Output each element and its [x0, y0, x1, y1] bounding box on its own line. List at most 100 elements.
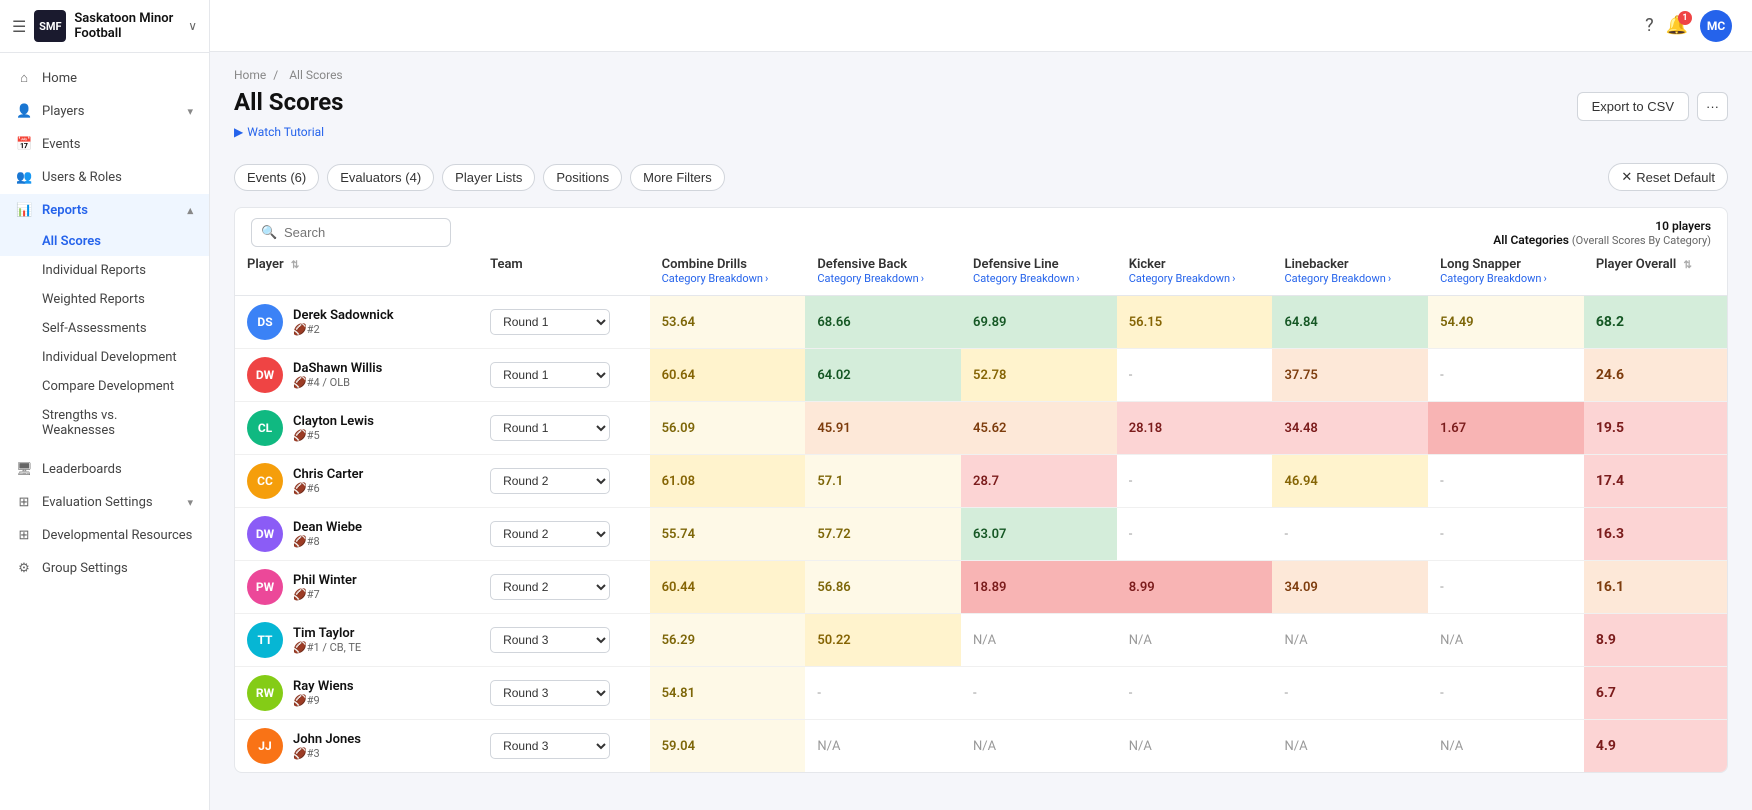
search-input[interactable]	[251, 218, 451, 247]
player-cell: PW Phil Winter 🏈#7	[235, 561, 478, 614]
score-cell: -	[1428, 508, 1584, 561]
player-avatar-initials: CL	[258, 421, 272, 435]
filter-more[interactable]: More Filters	[630, 164, 725, 191]
sidebar-item-compare-development[interactable]: Compare Development	[0, 372, 209, 401]
col-kicker[interactable]: Kicker Category Breakdown ›	[1117, 247, 1273, 296]
score-cell: 56.86	[805, 561, 961, 614]
defensive-line-breakdown-link[interactable]: Category Breakdown ›	[973, 272, 1105, 285]
team-select[interactable]: Round 1	[490, 309, 610, 335]
home-icon: ⌂	[16, 70, 32, 86]
col-player-overall[interactable]: Player Overall ⇅	[1584, 247, 1727, 296]
kicker-breakdown-link[interactable]: Category Breakdown ›	[1129, 272, 1261, 285]
team-select[interactable]: Round 3	[490, 680, 610, 706]
users-icon: 👥	[16, 170, 32, 185]
score-cell: 59.04	[650, 720, 806, 773]
player-avatar-initials: PW	[256, 580, 274, 594]
col-defensive-line[interactable]: Defensive Line Category Breakdown ›	[961, 247, 1117, 296]
org-name: Saskatoon Minor Football	[74, 11, 180, 41]
long-snapper-breakdown-link[interactable]: Category Breakdown ›	[1440, 272, 1572, 285]
arrow-icon: ›	[1076, 272, 1079, 285]
table-body: DS Derek Sadownick 🏈#2 Round 153.6468.66…	[235, 296, 1727, 773]
col-defensive-back[interactable]: Defensive Back Category Breakdown ›	[805, 247, 961, 296]
sidebar-item-self-assessments[interactable]: Self-Assessments	[0, 314, 209, 343]
reset-default-button[interactable]: ✕ Reset Default	[1608, 163, 1728, 191]
score-cell: 64.84	[1272, 296, 1428, 349]
score-cell: 46.94	[1272, 455, 1428, 508]
sidebar-item-home[interactable]: ⌂ Home	[0, 61, 209, 95]
filter-positions[interactable]: Positions	[543, 164, 622, 191]
score-cell: 56.29	[650, 614, 806, 667]
player-number: 🏈#4 / OLB	[293, 376, 382, 389]
sidebar: ☰ SMF Saskatoon Minor Football ∨ ⌂ Home …	[0, 0, 210, 810]
filter-player-lists[interactable]: Player Lists	[442, 164, 535, 191]
dev-resources-icon: ⊞	[16, 528, 32, 543]
team-select[interactable]: Round 3	[490, 627, 610, 653]
defensive-back-breakdown-link[interactable]: Category Breakdown ›	[817, 272, 949, 285]
player-overall-cell: 24.6	[1584, 349, 1727, 402]
team-select[interactable]: Round 1	[490, 415, 610, 441]
score-cell: -	[805, 667, 961, 720]
more-options-button[interactable]: ···	[1697, 92, 1728, 121]
table-row: DS Derek Sadownick 🏈#2 Round 153.6468.66…	[235, 296, 1727, 349]
linebacker-breakdown-link[interactable]: Category Breakdown ›	[1284, 272, 1416, 285]
score-cell: 53.64	[650, 296, 806, 349]
watch-tutorial-link[interactable]: ▶ Watch Tutorial	[234, 125, 1728, 139]
sidebar-item-individual-development[interactable]: Individual Development	[0, 343, 209, 372]
org-chevron-icon[interactable]: ∨	[188, 19, 197, 33]
top-actions: Export to CSV ···	[1577, 92, 1728, 121]
team-cell: Round 1	[478, 349, 650, 402]
events-icon: 📅	[16, 137, 32, 152]
sidebar-item-users-roles[interactable]: 👥 Users & Roles	[0, 161, 209, 194]
player-avatar-initials: DW	[256, 368, 274, 382]
team-select[interactable]: Round 1	[490, 362, 610, 388]
arrow-icon: ›	[765, 272, 768, 285]
score-cell: 56.15	[1117, 296, 1273, 349]
sidebar-item-developmental-resources[interactable]: ⊞ Developmental Resources	[0, 519, 209, 552]
sidebar-item-evaluation-settings[interactable]: ⊞ Evaluation Settings ▾	[0, 486, 209, 519]
team-cell: Round 2	[478, 561, 650, 614]
team-select[interactable]: Round 2	[490, 574, 610, 600]
user-avatar[interactable]: MC	[1700, 10, 1732, 42]
sidebar-item-group-settings[interactable]: ⚙ Group Settings	[0, 552, 209, 585]
player-avatar-initials: RW	[256, 686, 274, 700]
col-team[interactable]: Team	[478, 247, 650, 296]
sidebar-item-reports[interactable]: 📊 Reports ▴	[0, 194, 209, 227]
team-select[interactable]: Round 2	[490, 521, 610, 547]
team-select[interactable]: Round 2	[490, 468, 610, 494]
player-number: 🏈#7	[293, 588, 357, 601]
sidebar-item-weighted-reports[interactable]: Weighted Reports	[0, 285, 209, 314]
team-cell: Round 3	[478, 720, 650, 773]
score-cell: 45.91	[805, 402, 961, 455]
export-csv-button[interactable]: Export to CSV	[1577, 92, 1689, 121]
notification-bell-wrap[interactable]: 🔔 1	[1666, 15, 1688, 36]
player-name: Phil Winter	[293, 573, 357, 588]
hamburger-icon[interactable]: ☰	[12, 17, 26, 36]
filter-evaluators[interactable]: Evaluators (4)	[327, 164, 434, 191]
sidebar-item-label: Group Settings	[42, 561, 128, 576]
sidebar-item-individual-reports[interactable]: Individual Reports	[0, 256, 209, 285]
sidebar-item-players[interactable]: 👤 Players ▾	[0, 95, 209, 128]
filter-events[interactable]: Events (6)	[234, 164, 319, 191]
player-cell: TT Tim Taylor 🏈#1 / CB, TE	[235, 614, 478, 667]
col-combine-drills[interactable]: Combine Drills Category Breakdown ›	[650, 247, 806, 296]
players-icon: 👤	[16, 104, 32, 119]
org-logo: SMF	[34, 10, 66, 42]
breadcrumb-home[interactable]: Home	[234, 68, 266, 82]
score-cell: -	[1117, 349, 1273, 402]
score-cell: -	[1272, 667, 1428, 720]
col-player[interactable]: Player ⇅	[235, 247, 478, 296]
team-cell: Round 1	[478, 296, 650, 349]
sidebar-item-events[interactable]: 📅 Events	[0, 128, 209, 161]
sidebar-item-all-scores[interactable]: All Scores	[0, 227, 209, 256]
help-icon[interactable]: ?	[1645, 15, 1654, 36]
col-linebacker[interactable]: Linebacker Category Breakdown ›	[1272, 247, 1428, 296]
team-select[interactable]: Round 3	[490, 733, 610, 759]
sidebar-item-strengths-weaknesses[interactable]: Strengths vs. Weaknesses	[0, 401, 209, 445]
score-cell: -	[1428, 667, 1584, 720]
sidebar-item-leaderboards[interactable]: 🖥 Leaderboards	[0, 453, 209, 486]
page-title-row: All Scores Export to CSV ···	[234, 88, 1728, 121]
col-long-snapper[interactable]: Long Snapper Category Breakdown ›	[1428, 247, 1584, 296]
page-content: Home / All Scores All Scores Export to C…	[210, 52, 1752, 810]
sidebar-item-label: Developmental Resources	[42, 528, 192, 543]
combine-drills-breakdown-link[interactable]: Category Breakdown ›	[662, 272, 794, 285]
